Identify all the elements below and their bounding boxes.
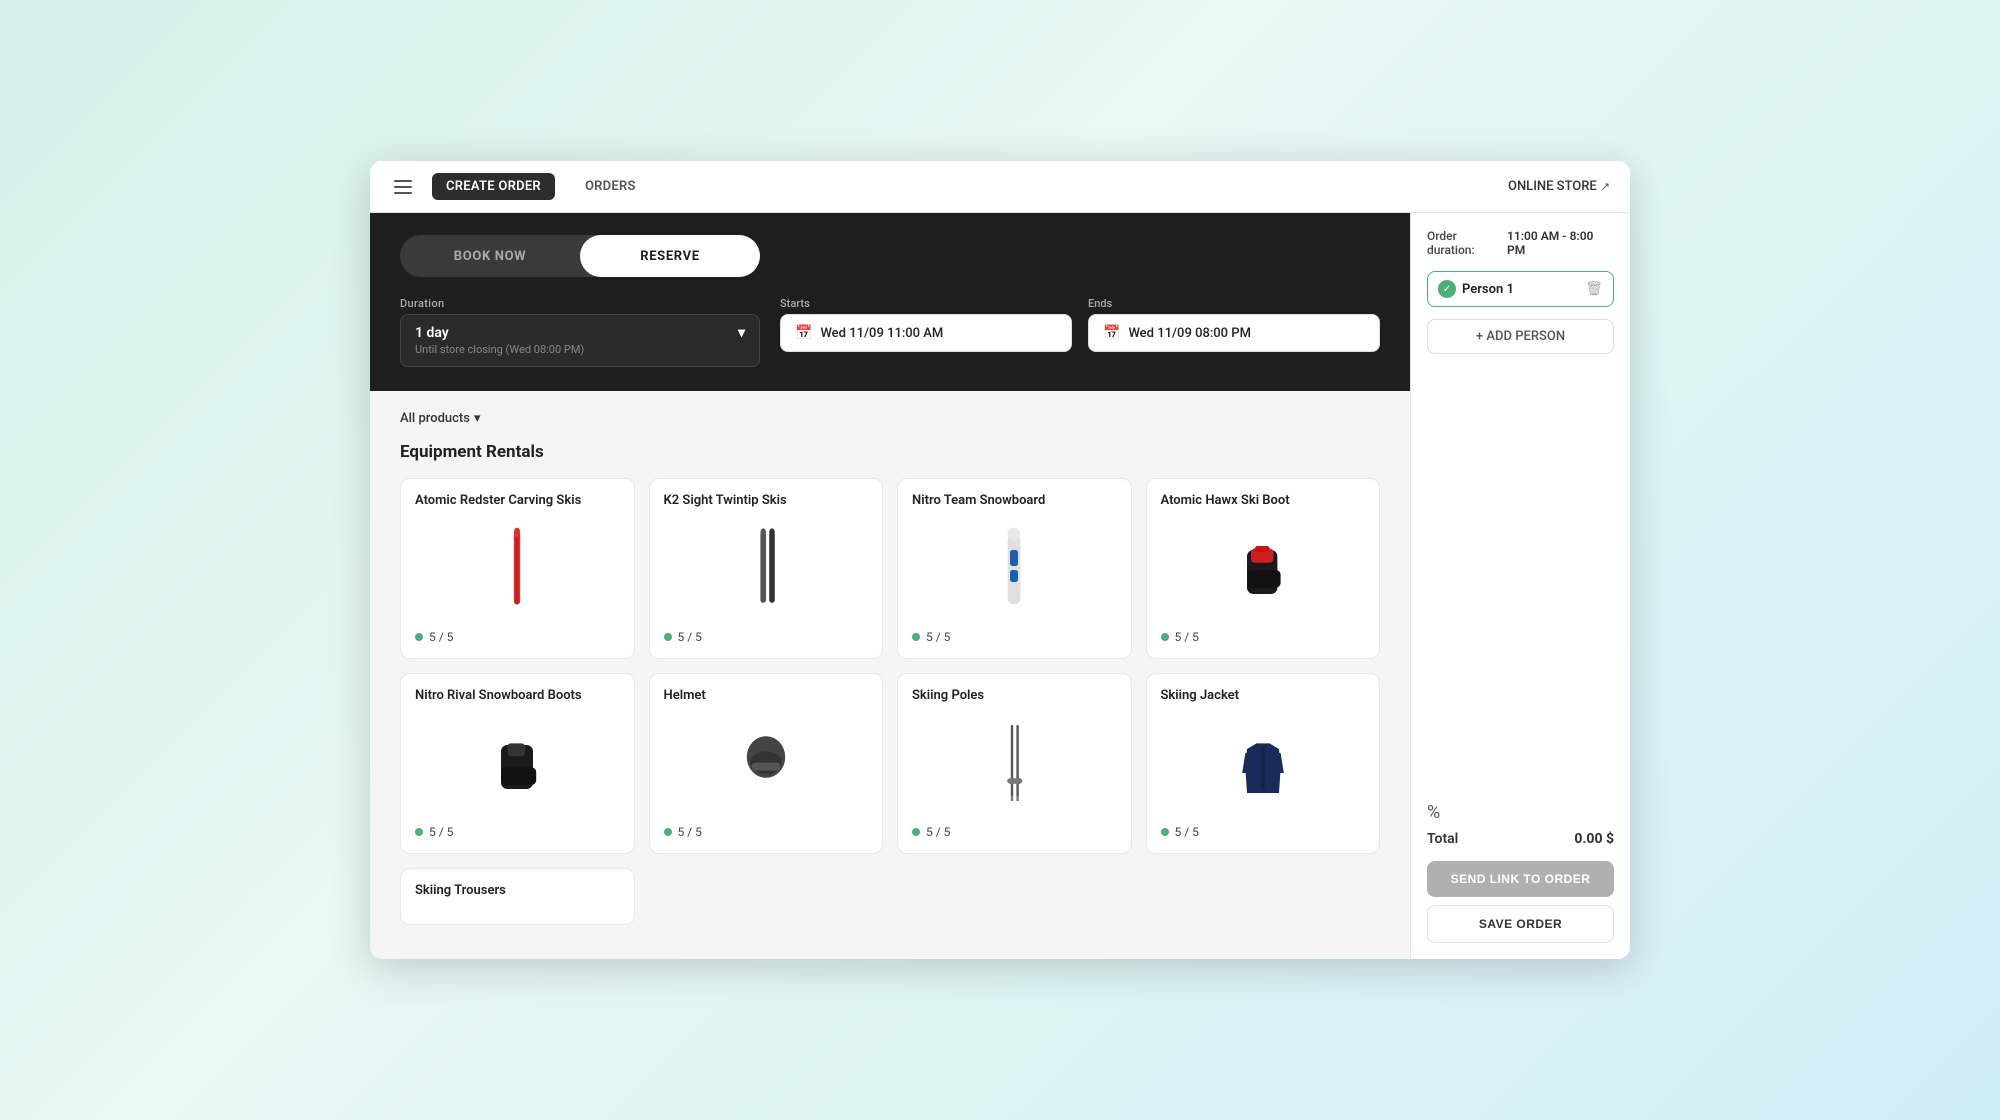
discount-icon[interactable]: %: [1427, 802, 1614, 823]
product-name: Skiing Trousers: [415, 883, 620, 900]
availability-dot: [912, 633, 920, 641]
availability-badge: 5 / 5: [415, 825, 620, 839]
availability-dot: [415, 633, 423, 641]
add-person-button[interactable]: + ADD PERSON: [1427, 319, 1614, 354]
product-card[interactable]: Atomic Hawx Ski Boot 5 / 5: [1146, 478, 1381, 659]
chevron-down-icon: ▾: [738, 325, 745, 341]
delete-person-icon[interactable]: 🗑: [1585, 281, 1603, 297]
product-image: [664, 715, 869, 815]
booking-bar: BOOK NOW RESERVE Duration 1 day ▾ Until …: [370, 213, 1410, 391]
product-name: Atomic Redster Carving Skis: [415, 493, 620, 510]
book-now-btn[interactable]: BOOK NOW: [400, 235, 580, 277]
availability-dot: [1161, 633, 1169, 641]
right-sidebar: Order duration: 11:00 AM - 8:00 PM ✓ Per…: [1410, 213, 1630, 959]
product-image: [1161, 520, 1366, 620]
order-duration-value: 11:00 AM - 8:00 PM: [1507, 229, 1614, 257]
product-card[interactable]: Nitro Team Snowboard 5 / 5: [897, 478, 1132, 659]
product-name: Atomic Hawx Ski Boot: [1161, 493, 1366, 510]
tab-orders[interactable]: ORDERS: [571, 173, 650, 200]
section-title: Equipment Rentals: [400, 442, 1380, 462]
availability-dot: [664, 828, 672, 836]
availability-badge: 5 / 5: [912, 825, 1117, 839]
send-link-button[interactable]: SEND LINK TO ORDER: [1427, 861, 1614, 897]
product-name: Skiing Poles: [912, 688, 1117, 705]
person-name: Person 1: [1462, 282, 1514, 297]
product-name: Skiing Jacket: [1161, 688, 1366, 705]
person-row[interactable]: ✓ Person 1 🗑: [1427, 271, 1614, 307]
top-nav: CREATE ORDER ORDERS ONLINE STORE ↗: [370, 161, 1630, 213]
availability-badge: 5 / 5: [1161, 630, 1366, 644]
products-section: All products ▾ Equipment Rentals Atomic …: [370, 391, 1410, 959]
availability-badge: 5 / 5: [664, 630, 869, 644]
product-card[interactable]: Nitro Rival Snowboard Boots 5 / 5: [400, 673, 635, 854]
product-image: [912, 520, 1117, 620]
availability-dot: [1161, 828, 1169, 836]
save-order-button[interactable]: SAVE ORDER: [1427, 905, 1614, 943]
product-card[interactable]: Atomic Redster Carving Skis 5 / 5: [400, 478, 635, 659]
availability-dot: [912, 828, 920, 836]
product-card[interactable]: Helmet 5 / 5: [649, 673, 884, 854]
starts-field: Starts 📅 Wed 11/09 11:00 AM: [780, 297, 1072, 352]
total-label: Total: [1427, 831, 1458, 847]
online-store-link[interactable]: ONLINE STORE ↗: [1508, 179, 1610, 194]
order-duration-label: Order duration:: [1427, 229, 1507, 257]
product-image: [912, 715, 1117, 815]
ends-field: Ends 📅 Wed 11/09 08:00 PM: [1088, 297, 1380, 352]
product-name: Nitro Rival Snowboard Boots: [415, 688, 620, 705]
product-image: [415, 520, 620, 620]
product-name: K2 Sight Twintip Skis: [664, 493, 869, 510]
total-value: 0.00 $: [1574, 831, 1614, 847]
availability-dot: [664, 633, 672, 641]
product-card[interactable]: K2 Sight Twintip Skis 5 / 5: [649, 478, 884, 659]
product-grid: Atomic Redster Carving Skis 5 / 5 K2 Sig…: [400, 478, 1380, 925]
calendar-icon-end: 📅: [1103, 325, 1120, 341]
availability-badge: 5 / 5: [1161, 825, 1366, 839]
availability-badge: 5 / 5: [415, 630, 620, 644]
product-name: Nitro Team Snowboard: [912, 493, 1117, 510]
product-card-partial[interactable]: Skiing Trousers: [400, 868, 635, 925]
calendar-icon: 📅: [795, 325, 812, 341]
availability-badge: 5 / 5: [912, 630, 1117, 644]
product-card[interactable]: Skiing Poles 5 / 5: [897, 673, 1132, 854]
filter-button[interactable]: All products ▾: [400, 411, 480, 426]
product-image: [1161, 715, 1366, 815]
ends-input[interactable]: 📅 Wed 11/09 08:00 PM: [1088, 314, 1380, 352]
product-image: [415, 715, 620, 815]
starts-input[interactable]: 📅 Wed 11/09 11:00 AM: [780, 314, 1072, 352]
person-check-icon: ✓: [1438, 280, 1456, 298]
tab-create-order[interactable]: CREATE ORDER: [432, 173, 555, 200]
availability-badge: 5 / 5: [664, 825, 869, 839]
duration-dropdown[interactable]: 1 day ▾ Until store closing (Wed 08:00 P…: [400, 314, 760, 367]
product-card[interactable]: Skiing Jacket 5 / 5: [1146, 673, 1381, 854]
hamburger-menu[interactable]: [390, 176, 416, 198]
product-image: [664, 520, 869, 620]
duration-select[interactable]: Duration 1 day ▾ Until store closing (We…: [400, 297, 760, 367]
product-name: Helmet: [664, 688, 869, 705]
booking-mode-toggle[interactable]: BOOK NOW RESERVE: [400, 235, 760, 277]
reserve-btn[interactable]: RESERVE: [580, 235, 760, 277]
external-link-icon: ↗: [1601, 180, 1610, 193]
chevron-down-icon: ▾: [474, 411, 481, 426]
availability-dot: [415, 828, 423, 836]
